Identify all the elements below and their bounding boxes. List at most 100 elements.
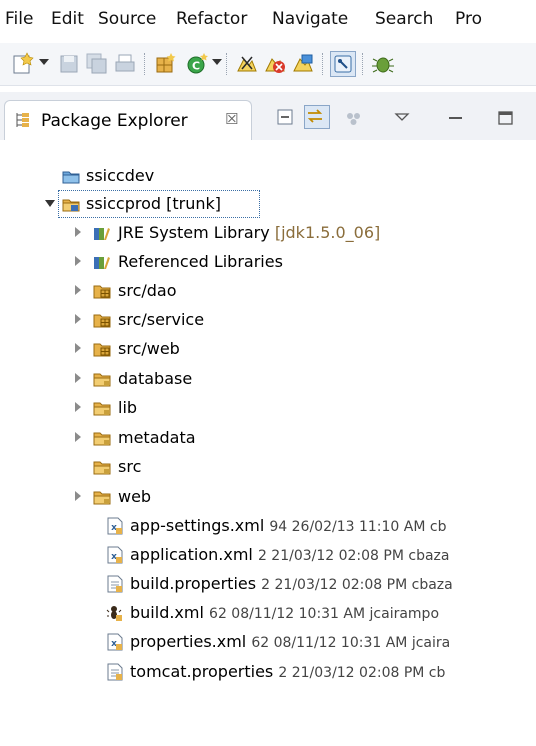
- menu-navigate[interactable]: Navigate: [272, 9, 348, 29]
- expand-twisty-icon[interactable]: [75, 402, 81, 412]
- save-all-icon[interactable]: [84, 51, 110, 77]
- menu-edit[interactable]: Edit: [51, 9, 84, 29]
- tree-item[interactable]: x application.xml 2 21/03/12 02:08 PM cb…: [0, 541, 536, 569]
- xml-file-icon: x: [106, 546, 124, 564]
- toolbar-separator: [226, 53, 227, 75]
- svg-text:C: C: [192, 60, 200, 73]
- link-with-editor-icon[interactable]: [304, 105, 330, 129]
- menu-bar: File Edit Source Refactor Navigate Searc…: [0, 0, 536, 36]
- svn-project-icon: [62, 195, 80, 213]
- menu-file[interactable]: File: [5, 9, 33, 29]
- expand-twisty-icon[interactable]: [75, 285, 81, 295]
- new-class-dropdown-icon[interactable]: [212, 59, 222, 65]
- menu-search[interactable]: Search: [375, 9, 433, 29]
- new-wizard-dropdown-icon[interactable]: [39, 59, 49, 65]
- tree-item-label: tomcat.properties: [130, 662, 274, 681]
- toggle-mark-occurrences-icon[interactable]: [330, 51, 356, 77]
- tree-item[interactable]: Referenced Libraries: [0, 248, 536, 276]
- svn-update-icon[interactable]: [290, 51, 316, 77]
- tree-item-label: src/dao: [118, 281, 177, 300]
- toolbar-separator: [362, 53, 363, 75]
- library-icon: [93, 253, 111, 271]
- tree-item-label: src/service: [118, 310, 205, 329]
- tree-item-label: metadata: [118, 428, 196, 447]
- tree-item[interactable]: JRE System Library [jdk1.5.0_06]: [0, 219, 536, 247]
- collapse-all-icon[interactable]: [276, 108, 296, 128]
- tree-item-label: build.properties: [130, 574, 257, 593]
- save-icon[interactable]: [56, 51, 82, 77]
- tree-item-label: src: [118, 457, 142, 476]
- tree-item[interactable]: metadata: [0, 424, 536, 452]
- menu-source[interactable]: Source: [98, 9, 156, 29]
- expand-twisty-icon[interactable]: [45, 200, 55, 207]
- svn-commit-icon[interactable]: [234, 51, 260, 77]
- file-revision-info: 2 21/03/12 02:08 PM cbaza: [261, 577, 453, 593]
- tree-item[interactable]: src/web: [0, 335, 536, 363]
- tree-item-decoration: [jdk1.5.0_06]: [274, 223, 381, 242]
- view-menu-icon[interactable]: [392, 108, 412, 128]
- tree-item-label: application.xml: [130, 545, 253, 564]
- svn-revert-icon[interactable]: [262, 51, 288, 77]
- tree-item-label: app-settings.xml: [130, 516, 265, 535]
- properties-file-icon: [106, 663, 124, 681]
- closed-project-icon: [62, 167, 80, 185]
- xml-file-icon: x: [106, 633, 124, 651]
- source-folder-icon: [93, 311, 111, 329]
- expand-twisty-icon[interactable]: [75, 373, 81, 383]
- tab-package-explorer[interactable]: Package Explorer ☒: [4, 100, 252, 140]
- tree-item-label: src/web: [118, 339, 180, 358]
- new-wizard-icon[interactable]: [10, 51, 36, 77]
- menu-project[interactable]: Pro: [455, 9, 482, 29]
- expand-twisty-icon[interactable]: [75, 314, 81, 324]
- new-class-icon[interactable]: C: [184, 51, 210, 77]
- expand-twisty-icon[interactable]: [75, 432, 81, 442]
- new-package-icon[interactable]: [152, 51, 178, 77]
- tree-item[interactable]: src/dao: [0, 277, 536, 305]
- focus-task-icon[interactable]: [344, 108, 364, 128]
- tree-item-label: database: [118, 369, 193, 388]
- package-explorer-icon: [15, 112, 31, 128]
- toolbar-separator: [322, 53, 323, 75]
- tree-item[interactable]: src/service: [0, 306, 536, 334]
- tree-item[interactable]: ssiccprod [trunk]: [0, 190, 536, 218]
- tree-item-label: web: [118, 487, 152, 506]
- tree-item-label: properties.xml: [130, 632, 247, 651]
- source-folder-icon: [93, 282, 111, 300]
- tree-item-label: lib: [118, 398, 138, 417]
- expand-twisty-icon[interactable]: [75, 343, 81, 353]
- expand-twisty-icon[interactable]: [75, 227, 81, 237]
- tree-item[interactable]: web: [0, 483, 536, 511]
- tree-item[interactable]: x app-settings.xml 94 26/02/13 11:10 AM …: [0, 512, 536, 540]
- folder-icon: [93, 399, 111, 417]
- tree-item[interactable]: tomcat.properties 2 21/03/12 02:08 PM cb: [0, 658, 536, 686]
- tree-item[interactable]: src: [0, 453, 536, 481]
- tree-item-label: JRE System Library: [118, 223, 270, 242]
- tree-item[interactable]: build.xml 62 08/11/12 10:31 AM jcairampo: [0, 599, 536, 627]
- tree-item[interactable]: ssiccdev: [0, 162, 536, 190]
- print-icon[interactable]: [112, 51, 138, 77]
- tree-item[interactable]: build.properties 2 21/03/12 02:08 PM cba…: [0, 570, 536, 598]
- menu-refactor[interactable]: Refactor: [176, 9, 247, 29]
- maximize-icon[interactable]: [496, 108, 516, 128]
- properties-file-icon: [106, 575, 124, 593]
- expand-twisty-icon[interactable]: [75, 256, 81, 266]
- tree-item-label: ssiccdev: [86, 166, 155, 185]
- folder-icon: [93, 488, 111, 506]
- file-revision-info: 94 26/02/13 11:10 AM cb: [269, 519, 447, 535]
- package-tree: ssiccdev ssiccprod [trunk] JRE System Li…: [0, 140, 536, 746]
- minimize-icon[interactable]: [446, 108, 466, 128]
- close-icon[interactable]: ☒: [225, 110, 238, 128]
- library-icon: [93, 224, 111, 242]
- debug-icon[interactable]: [370, 51, 396, 77]
- tree-item-label: ssiccprod: [86, 194, 162, 213]
- folder-icon: [93, 458, 111, 476]
- xml-file-icon: x: [106, 517, 124, 535]
- folder-icon: [93, 370, 111, 388]
- tree-item[interactable]: database: [0, 365, 536, 393]
- main-toolbar: C: [0, 43, 536, 86]
- view-tab-bar: Package Explorer ☒: [0, 92, 536, 140]
- expand-twisty-icon[interactable]: [75, 491, 81, 501]
- tab-label: Package Explorer: [41, 111, 188, 131]
- tree-item[interactable]: x properties.xml 62 08/11/12 10:31 AM jc…: [0, 628, 536, 656]
- tree-item[interactable]: lib: [0, 394, 536, 422]
